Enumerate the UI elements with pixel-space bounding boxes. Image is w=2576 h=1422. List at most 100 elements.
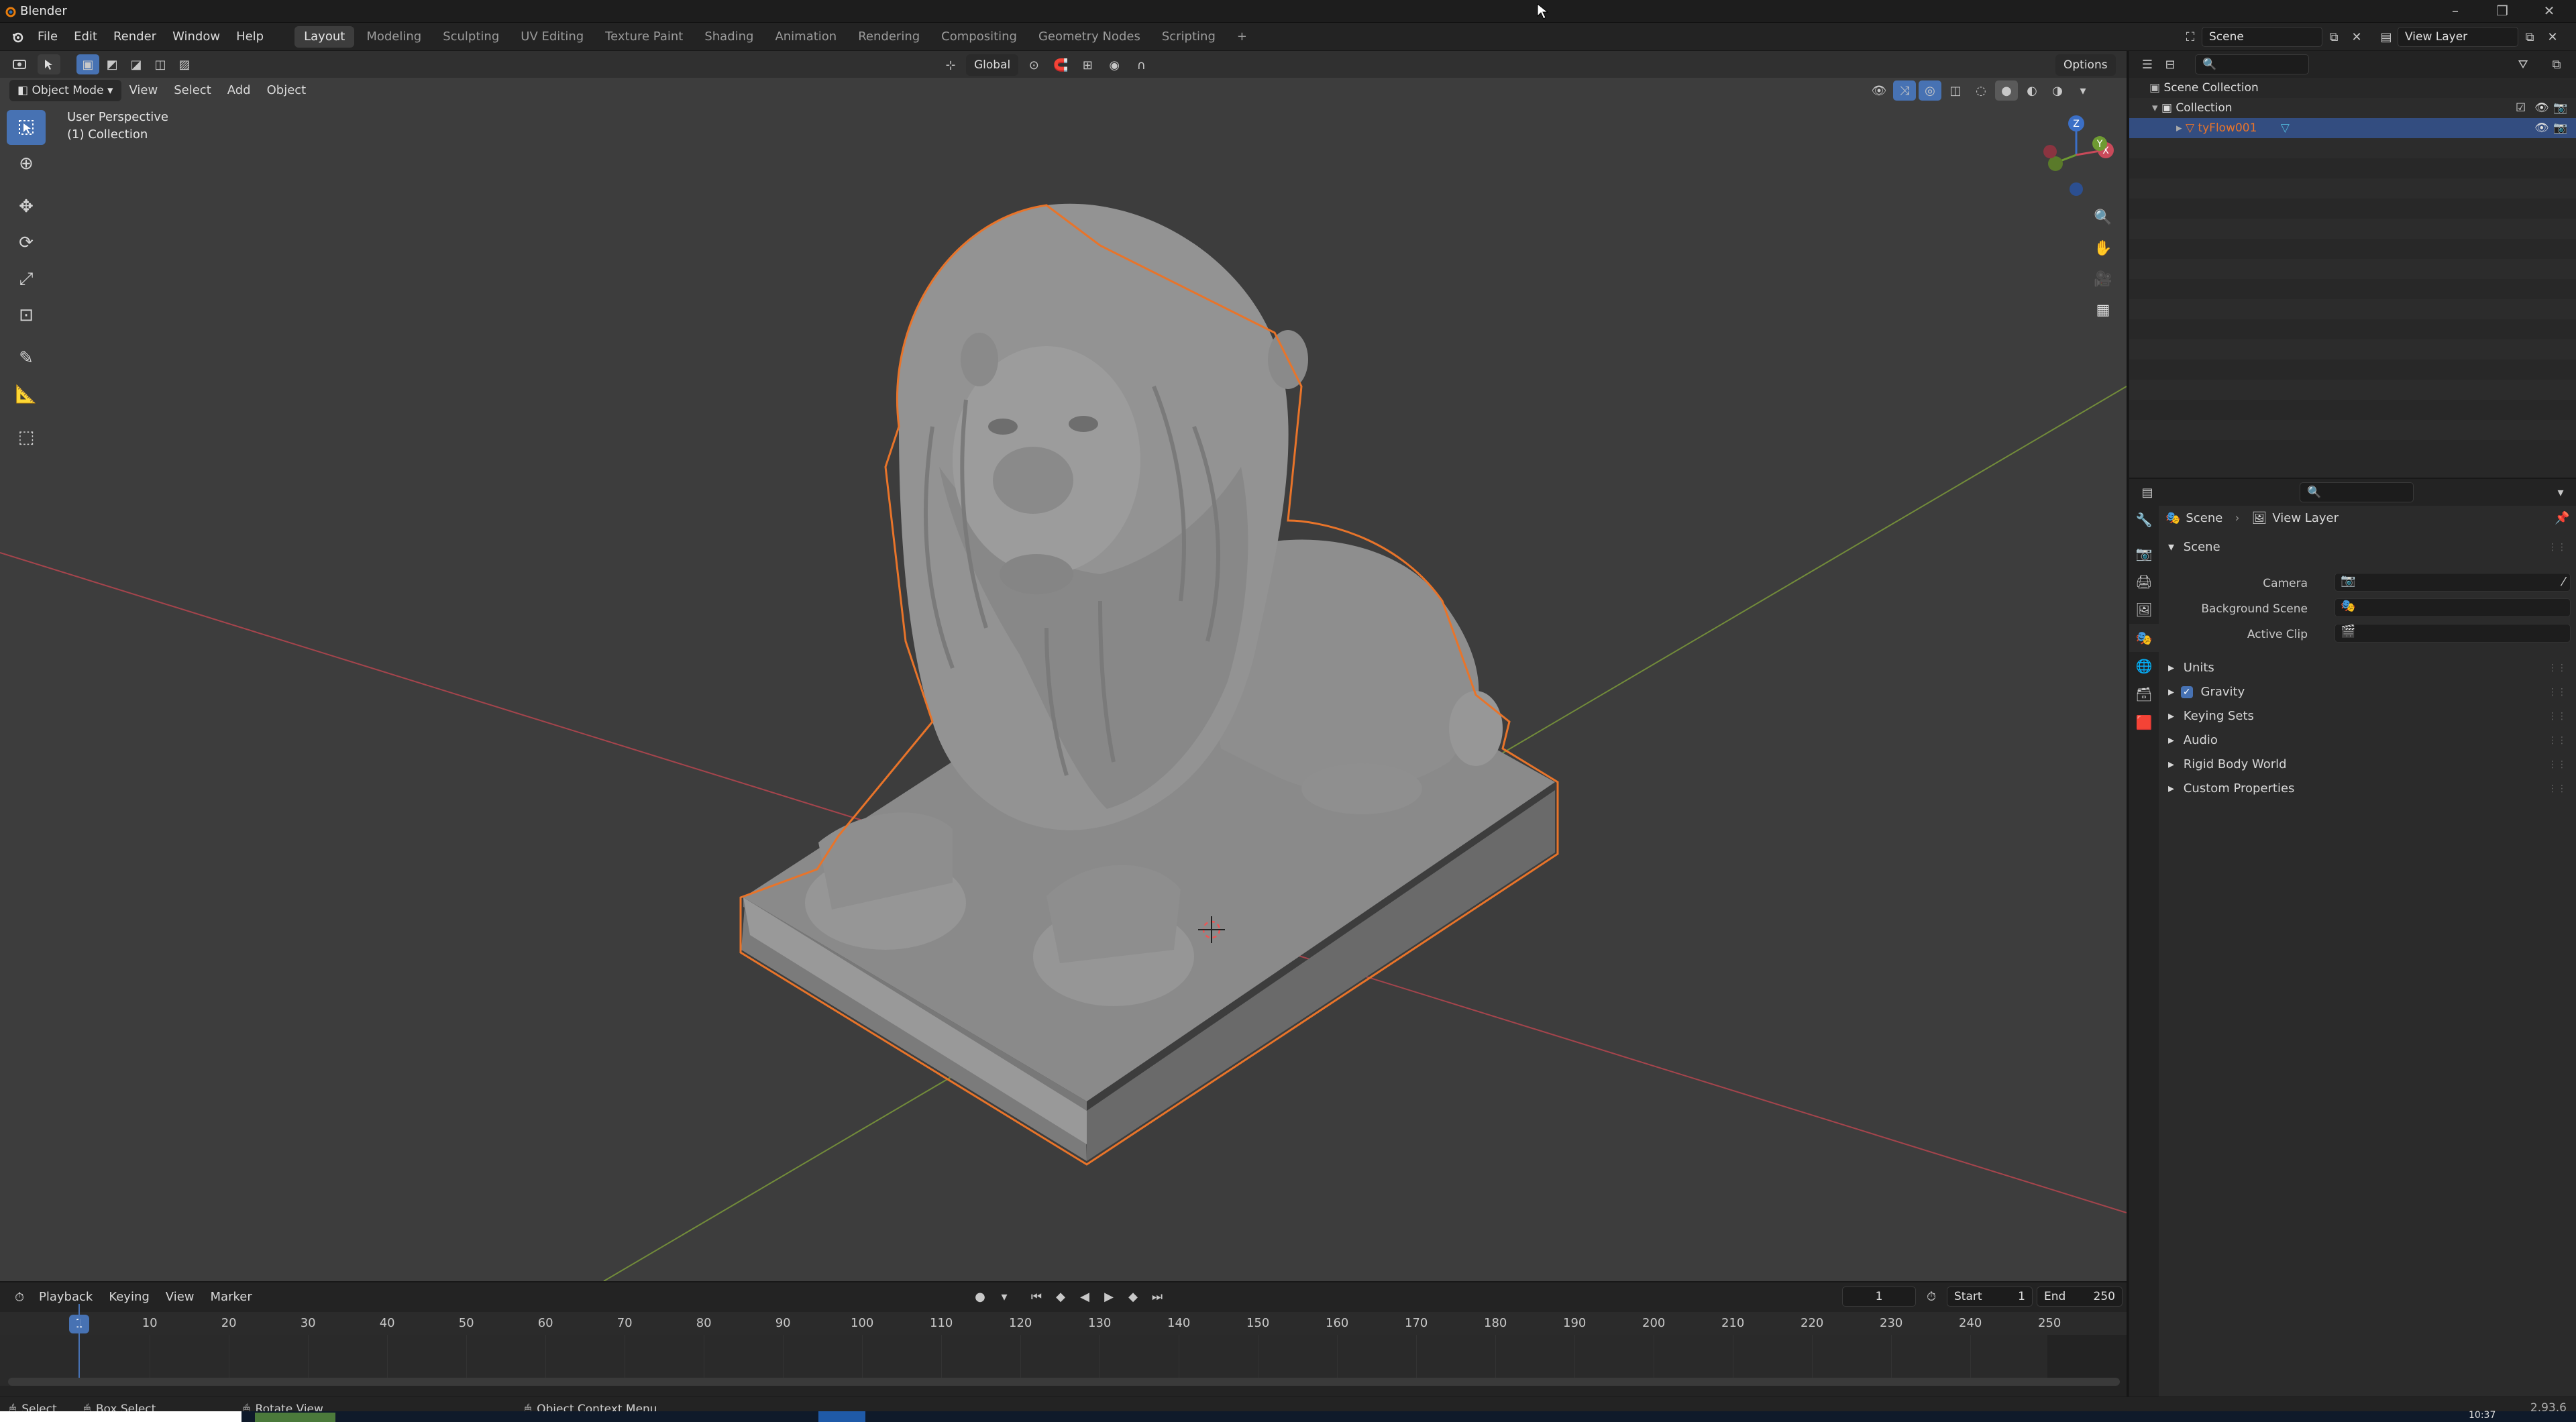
- select-tool-icon[interactable]: [38, 54, 60, 74]
- panel-gravity-header[interactable]: ▸ ✓ Gravity ⋮⋮: [2163, 680, 2573, 704]
- view-layer-icon[interactable]: ▤: [2375, 27, 2398, 47]
- world-tab-icon[interactable]: 🌐: [2129, 652, 2159, 680]
- outliner-row-scene-collection[interactable]: ▣ Scene Collection: [2129, 78, 2576, 98]
- panel-audio-header[interactable]: ▸ Audio ⋮⋮: [2163, 728, 2573, 753]
- properties-search-input[interactable]: 🔍: [2300, 482, 2414, 502]
- select-invert-icon[interactable]: ◫: [149, 54, 172, 74]
- camera-view-icon[interactable]: 🎥: [2090, 266, 2116, 292]
- remove-scene-icon[interactable]: ✕: [2345, 27, 2368, 47]
- taskbar-search-box[interactable]: [0, 1411, 241, 1422]
- zoom-view-icon[interactable]: 🔍: [2090, 204, 2116, 231]
- pan-view-icon[interactable]: ✋: [2090, 235, 2116, 262]
- viewport-scene[interactable]: [0, 51, 2127, 1281]
- timeline-editor-type-icon[interactable]: ⏱: [8, 1287, 31, 1307]
- viewport-menu-object[interactable]: Object: [259, 79, 315, 102]
- select-new-icon[interactable]: ▣: [76, 54, 99, 74]
- maximize-button[interactable]: ❐: [2482, 3, 2522, 19]
- pivot-point-icon[interactable]: ⊙: [1022, 55, 1045, 75]
- scene-icon[interactable]: ⛶: [2179, 27, 2202, 47]
- properties-editor-type-icon[interactable]: ▤: [2136, 482, 2159, 502]
- rotate-tool-icon[interactable]: ⟳: [7, 225, 46, 260]
- taskbar-widget[interactable]: [255, 1413, 335, 1422]
- shading-rendered-icon[interactable]: ◑: [2046, 80, 2069, 101]
- scene-selector[interactable]: Scene: [2202, 27, 2322, 47]
- panel-rigid-body-world-header[interactable]: ▸ Rigid Body World ⋮⋮: [2163, 753, 2573, 777]
- eyedropper-icon[interactable]: ⁄: [2563, 575, 2565, 589]
- remove-view-layer-icon[interactable]: ✕: [2541, 27, 2564, 47]
- select-intersect-icon[interactable]: ▨: [173, 54, 196, 74]
- current-frame-field[interactable]: 1: [1842, 1287, 1916, 1307]
- timeline-ruler[interactable]: 1 10203040506070809010011012013014015016…: [0, 1312, 2127, 1335]
- outliner-row-collection[interactable]: ▾ ▣ Collection ☑ 👁 📷: [2129, 98, 2576, 118]
- tab-geometry-nodes[interactable]: Geometry Nodes: [1029, 26, 1150, 48]
- expand-arrow-icon[interactable]: ▾: [2152, 101, 2158, 115]
- tab-modeling[interactable]: Modeling: [357, 26, 431, 48]
- options-dropdown[interactable]: Options: [2055, 54, 2116, 76]
- outliner-row-tyflow001[interactable]: ▸ ▽ tyFlow001 ▽ 👁 📷: [2129, 118, 2576, 138]
- render-tab-icon[interactable]: 📷: [2129, 539, 2159, 567]
- minimize-button[interactable]: –: [2435, 3, 2475, 19]
- 3d-viewport[interactable]: ▣ ◩ ◪ ◫ ▨ ⊹ Global ⊙ 🧲 ⊞ ◉ ∩ Options ◧ O…: [0, 51, 2127, 1281]
- falloff-icon[interactable]: ∩: [1130, 55, 1152, 75]
- next-keyframe-icon[interactable]: ◆: [1122, 1287, 1144, 1307]
- menu-window[interactable]: Window: [164, 23, 228, 51]
- blender-menu-icon[interactable]: [7, 27, 30, 47]
- select-subtract-icon[interactable]: ◪: [125, 54, 148, 74]
- keying-set-icon[interactable]: ▾: [993, 1287, 1016, 1307]
- viewport-menu-select[interactable]: Select: [166, 79, 219, 102]
- jump-start-icon[interactable]: ⏮: [1025, 1287, 1048, 1307]
- timeline-menu-playback[interactable]: Playback: [31, 1286, 101, 1309]
- hide-eye-icon[interactable]: 👁: [2534, 118, 2549, 138]
- timeline-editor[interactable]: ⏱ Playback Keying View Marker ● ▾ ⏮ ◆ ◀ …: [0, 1281, 2127, 1397]
- proportional-edit-icon[interactable]: ◉: [1103, 55, 1126, 75]
- new-view-layer-icon[interactable]: ⧉: [2518, 27, 2541, 47]
- drag-handle-icon[interactable]: ⋮⋮: [2548, 753, 2567, 777]
- move-tool-icon[interactable]: ✥: [7, 189, 46, 224]
- transform-orientation-dropdown[interactable]: Global: [966, 54, 1019, 76]
- taskbar-active-app[interactable]: [818, 1411, 865, 1422]
- object-mode-dropdown[interactable]: ◧ Object Mode ▾: [9, 80, 121, 101]
- drag-handle-icon[interactable]: ⋮⋮: [2548, 656, 2567, 680]
- timeline-menu-keying[interactable]: Keying: [101, 1286, 157, 1309]
- hide-eye-icon[interactable]: 👁: [2534, 98, 2549, 118]
- add-workspace-button[interactable]: +: [1228, 26, 1256, 48]
- orthographic-toggle-icon[interactable]: ▦: [2090, 296, 2116, 323]
- select-extend-icon[interactable]: ◩: [101, 54, 123, 74]
- new-collection-icon[interactable]: ⧉: [2545, 54, 2568, 74]
- annotate-tool-icon[interactable]: ✎: [7, 341, 46, 376]
- panel-scene-header[interactable]: ▾ Scene ⋮⋮: [2163, 535, 2573, 559]
- drag-handle-icon[interactable]: ⋮⋮: [2548, 777, 2567, 801]
- active-clip-field[interactable]: 🎬: [2334, 624, 2571, 643]
- texture-tab-icon[interactable]: 🟥: [2129, 708, 2159, 736]
- view-layer-selector[interactable]: View Layer: [2398, 27, 2518, 47]
- start-frame-field[interactable]: Start 1: [1947, 1287, 2033, 1307]
- cursor-tool-icon[interactable]: ⊕: [7, 146, 46, 181]
- tab-texture-paint[interactable]: Texture Paint: [596, 26, 692, 48]
- drag-handle-icon[interactable]: ⋮⋮: [2548, 535, 2567, 559]
- measure-tool-icon[interactable]: 📐: [7, 377, 46, 412]
- jump-end-icon[interactable]: ⏭: [1146, 1287, 1169, 1307]
- render-camera-icon[interactable]: 📷: [2553, 98, 2567, 118]
- collection-tab-icon[interactable]: 🗃: [2129, 680, 2159, 708]
- outliner[interactable]: ☰ ⊟ 🔍 ⛛ ⧉ ▣ Scene Collection ▾ ▣ Collect…: [2128, 51, 2576, 478]
- panel-custom-properties-header[interactable]: ▸ Custom Properties ⋮⋮: [2163, 777, 2573, 801]
- editor-type-icon[interactable]: [8, 54, 31, 74]
- auto-keying-icon[interactable]: ●: [969, 1287, 991, 1307]
- viewport-menu-view[interactable]: View: [121, 79, 166, 102]
- tab-uv-editing[interactable]: UV Editing: [511, 26, 593, 48]
- select-box-tool-icon[interactable]: [7, 110, 46, 145]
- menu-help[interactable]: Help: [228, 23, 272, 51]
- drag-handle-icon[interactable]: ⋮⋮: [2548, 728, 2567, 753]
- transform-orientation-icon[interactable]: ⊹: [939, 55, 962, 75]
- properties-options-icon[interactable]: ▾: [2549, 482, 2572, 502]
- shading-solid-icon[interactable]: ●: [1995, 80, 2018, 101]
- tab-shading[interactable]: Shading: [695, 26, 763, 48]
- snap-icon[interactable]: 🧲: [1049, 55, 1072, 75]
- background-scene-field[interactable]: 🎭: [2334, 598, 2571, 617]
- playhead-line[interactable]: [78, 1304, 80, 1386]
- menu-edit[interactable]: Edit: [66, 23, 105, 51]
- timeline-menu-view[interactable]: View: [158, 1286, 203, 1309]
- expand-arrow-icon[interactable]: ▸: [2176, 121, 2182, 135]
- menu-render[interactable]: Render: [105, 23, 164, 51]
- visibility-selectability-icon[interactable]: 👁: [1868, 80, 1890, 101]
